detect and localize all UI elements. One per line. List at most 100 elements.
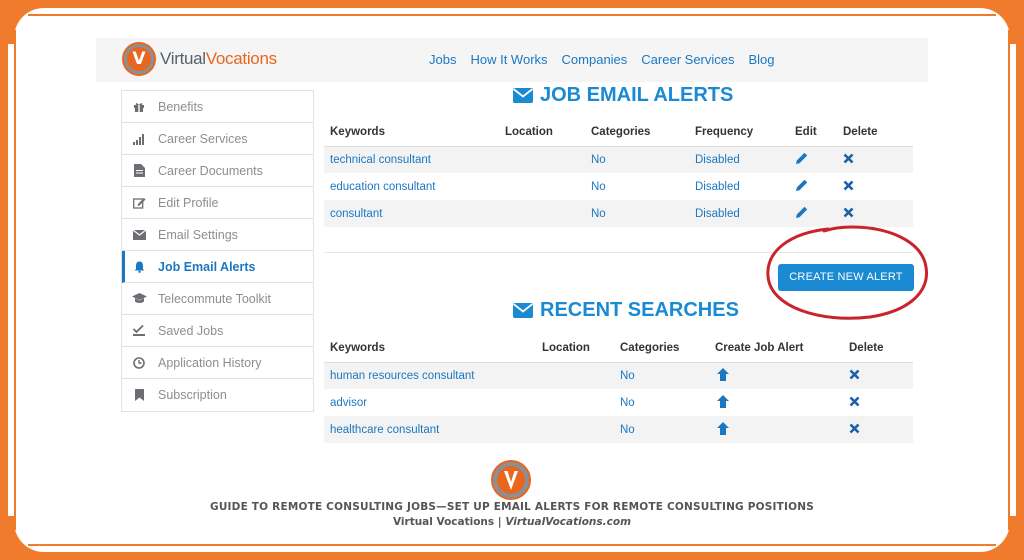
highlight-circle <box>766 225 928 320</box>
table-row: advisor No <box>324 389 913 416</box>
alert-frequency[interactable]: Disabled <box>695 173 795 200</box>
nav-companies[interactable]: Companies <box>562 52 628 67</box>
sidebar-item-application-history[interactable]: Application History <box>122 347 313 379</box>
close-icon[interactable] <box>843 180 854 191</box>
sidebar-item-benefits[interactable]: Benefits <box>122 91 313 123</box>
footer-credit: Virtual Vocations | VirtualVocations.com <box>0 516 1024 528</box>
close-icon[interactable] <box>843 153 854 164</box>
alert-categories[interactable]: No <box>591 173 695 200</box>
sidebar-item-label: Email Settings <box>158 227 238 242</box>
bell-icon <box>130 261 148 273</box>
sidebar-item-label: Telecommute Toolkit <box>158 291 272 306</box>
col-delete: Delete <box>843 118 913 147</box>
delete-cell <box>843 173 913 200</box>
col-location: Location <box>542 334 620 363</box>
account-sidebar: Benefits Career Services Career Document… <box>121 90 314 412</box>
clock-icon <box>130 356 148 369</box>
envelope-icon <box>130 229 148 240</box>
sidebar-item-edit-profile[interactable]: Edit Profile <box>122 187 313 219</box>
arrow-up-icon[interactable] <box>717 367 729 381</box>
col-keywords: Keywords <box>324 334 542 363</box>
envelope-icon <box>513 88 533 103</box>
alert-keywords[interactable]: education consultant <box>324 173 505 200</box>
search-keywords[interactable]: healthcare consultant <box>324 416 542 443</box>
logo-mark-letter: V <box>127 47 151 71</box>
bookmark-icon <box>130 389 148 401</box>
gift-icon <box>130 101 148 113</box>
edit-cell <box>795 173 843 200</box>
alerts-title: JOB EMAIL ALERTS <box>540 84 734 106</box>
frame-corner-tl <box>8 8 44 44</box>
footer-logo-icon <box>491 460 531 500</box>
alert-categories[interactable]: No <box>591 200 695 227</box>
sidebar-item-email-settings[interactable]: Email Settings <box>122 219 313 251</box>
alert-keywords[interactable]: technical consultant <box>324 146 505 173</box>
search-categories[interactable]: No <box>620 416 715 443</box>
alert-frequency[interactable]: Disabled <box>695 146 795 173</box>
searches-heading: RECENT SEARCHES <box>513 299 739 322</box>
search-categories[interactable]: No <box>620 389 715 416</box>
alert-location <box>505 146 591 173</box>
create-alert-cell <box>715 416 849 443</box>
nav-how-it-works[interactable]: How It Works <box>470 52 547 67</box>
graduation-cap-icon <box>130 293 148 304</box>
sidebar-item-career-documents[interactable]: Career Documents <box>122 155 313 187</box>
pencil-icon[interactable] <box>795 178 809 192</box>
col-location: Location <box>505 118 591 147</box>
alert-categories[interactable]: No <box>591 146 695 173</box>
logo-mark: V <box>122 42 156 76</box>
main-nav: Jobs How It Works Companies Career Servi… <box>429 52 775 67</box>
col-categories: Categories <box>591 118 695 147</box>
frame-inner-right <box>1008 30 1010 530</box>
alerts-table: Keywords Location Categories Frequency E… <box>324 118 913 227</box>
frame-corner-tr <box>980 8 1016 44</box>
sidebar-item-telecommute-toolkit[interactable]: Telecommute Toolkit <box>122 283 313 315</box>
nav-jobs[interactable]: Jobs <box>429 52 456 67</box>
site-logo[interactable]: V VirtualVocations <box>122 42 277 76</box>
col-delete: Delete <box>849 334 913 363</box>
sidebar-item-career-services[interactable]: Career Services <box>122 123 313 155</box>
col-frequency: Frequency <box>695 118 795 147</box>
close-icon[interactable] <box>849 369 860 380</box>
nav-blog[interactable]: Blog <box>749 52 775 67</box>
sidebar-item-subscription[interactable]: Subscription <box>122 379 313 411</box>
close-icon[interactable] <box>843 207 854 218</box>
alert-keywords[interactable]: consultant <box>324 200 505 227</box>
alerts-heading: JOB EMAIL ALERTS <box>513 84 733 107</box>
footer-brand: Virtual Vocations | <box>392 516 506 528</box>
table-row: human resources consultant No <box>324 362 913 389</box>
sidebar-item-label: Career Documents <box>158 163 263 178</box>
delete-cell <box>849 416 913 443</box>
arrow-up-icon[interactable] <box>717 394 729 408</box>
search-location <box>542 389 620 416</box>
logo-wordmark: VirtualVocations <box>160 49 277 69</box>
create-alert-cell <box>715 362 849 389</box>
sidebar-item-label: Application History <box>158 355 262 370</box>
frame-bottom <box>0 552 1024 560</box>
edit-icon <box>130 197 148 209</box>
nav-career-services[interactable]: Career Services <box>641 52 734 67</box>
pencil-icon[interactable] <box>795 151 809 165</box>
sidebar-item-label: Edit Profile <box>158 195 219 210</box>
edit-cell <box>795 146 843 173</box>
search-keywords[interactable]: human resources consultant <box>324 362 542 389</box>
frame-inner-left <box>14 30 16 530</box>
search-categories[interactable]: No <box>620 362 715 389</box>
arrow-up-icon[interactable] <box>717 421 729 435</box>
logo-text-virtual: Virtual <box>160 49 206 68</box>
create-alert-cell <box>715 389 849 416</box>
close-icon[interactable] <box>849 423 860 434</box>
table-row: education consultant No Disabled <box>324 173 913 200</box>
footer-url: VirtualVocations.com <box>505 516 632 528</box>
col-categories: Categories <box>620 334 715 363</box>
pencil-icon[interactable] <box>795 205 809 219</box>
table-row: technical consultant No Disabled <box>324 146 913 173</box>
sidebar-item-label: Career Services <box>158 131 248 146</box>
search-location <box>542 362 620 389</box>
sidebar-item-saved-jobs[interactable]: Saved Jobs <box>122 315 313 347</box>
frame-inner-top <box>28 14 996 16</box>
close-icon[interactable] <box>849 396 860 407</box>
envelope-icon <box>513 303 533 318</box>
sidebar-item-job-email-alerts[interactable]: Job Email Alerts <box>122 251 313 283</box>
search-keywords[interactable]: advisor <box>324 389 542 416</box>
